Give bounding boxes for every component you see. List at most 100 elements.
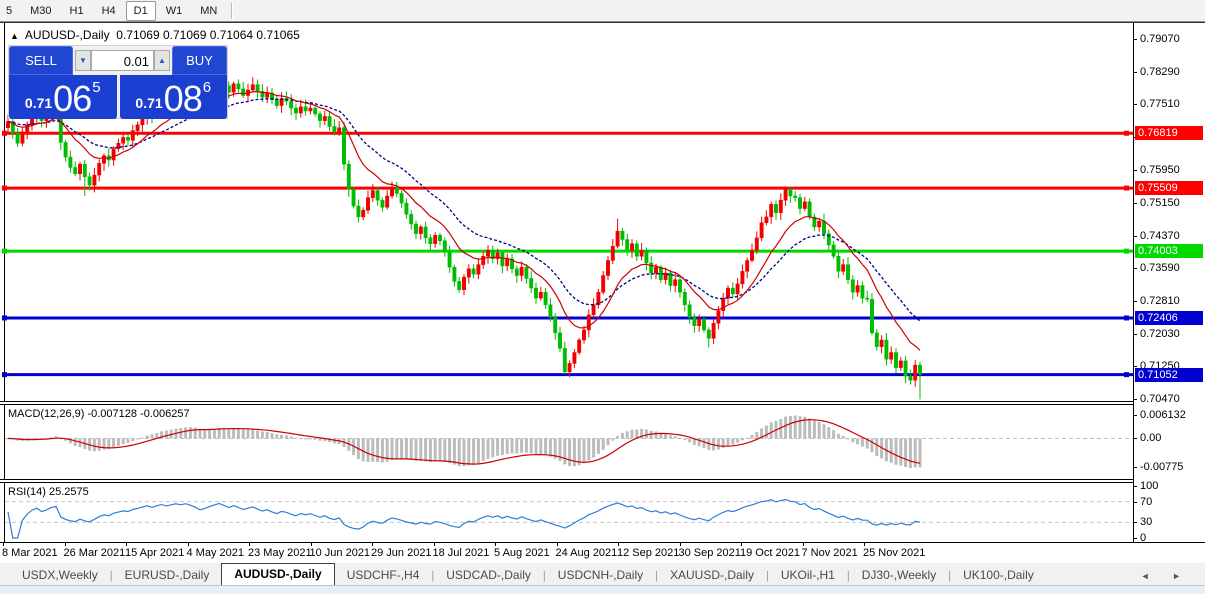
date-tick-label: 12 Sep 2021 bbox=[617, 547, 680, 559]
axis-tick-mark bbox=[1134, 301, 1137, 302]
timeframe-button-h4[interactable]: H4 bbox=[94, 1, 124, 21]
price-tick-label: 0.72810 bbox=[1140, 295, 1180, 307]
date-tick-label: 7 Nov 2021 bbox=[801, 547, 858, 559]
date-tick-label: 23 May 2021 bbox=[248, 547, 312, 559]
tab-scroll-arrows[interactable]: ◄ ► bbox=[1141, 567, 1191, 585]
date-tick-mark bbox=[3, 543, 4, 546]
axis-tick-mark bbox=[1134, 366, 1137, 367]
axis-tick-mark bbox=[1134, 39, 1137, 40]
timeframe-button-w1[interactable]: W1 bbox=[158, 1, 191, 21]
timeframe-button-h1[interactable]: H1 bbox=[62, 1, 92, 21]
axis-tick-mark bbox=[1134, 236, 1137, 237]
collapse-triangle-icon[interactable]: ▲ bbox=[10, 31, 19, 41]
price-tick-label: 0.77510 bbox=[1140, 98, 1180, 110]
chart-tab-usdcad-daily[interactable]: USDCAD-,Daily bbox=[434, 566, 543, 585]
chart-tab-audusd-daily[interactable]: AUDUSD-,Daily bbox=[221, 563, 335, 585]
date-tick-label: 30 Sep 2021 bbox=[678, 547, 741, 559]
date-tick-mark bbox=[679, 543, 681, 546]
chart-tab-dj30-weekly[interactable]: DJ30-,Weekly bbox=[850, 566, 948, 585]
volume-decrease-button[interactable]: ▼ bbox=[75, 50, 91, 71]
chart-tab-usdchf-h4[interactable]: USDCHF-,H4 bbox=[335, 566, 432, 585]
timeframe-button-5[interactable]: 5 bbox=[0, 1, 20, 21]
date-tick-mark bbox=[741, 543, 742, 546]
timeframe-toolbar: 5 M30 H1 H4 D1 W1 MN bbox=[0, 0, 1205, 22]
date-tick-label: 4 May 2021 bbox=[186, 547, 244, 559]
price-pane[interactable]: ▲ AUDUSD-,Daily 0.71069 0.71069 0.71064 0… bbox=[0, 23, 1133, 401]
axis-tick-mark bbox=[1134, 486, 1137, 487]
price-tick-label: 0.72030 bbox=[1140, 328, 1180, 340]
date-tick-label: 19 Oct 2021 bbox=[740, 547, 800, 559]
axis-tick-mark bbox=[1134, 538, 1137, 539]
date-tick-mark bbox=[64, 543, 66, 546]
price-tick-label: 0.79070 bbox=[1140, 33, 1180, 45]
bid-price-pip: 5 bbox=[92, 79, 101, 96]
chart-tab-usdx-weekly[interactable]: USDX,Weekly bbox=[10, 566, 110, 585]
sell-button[interactable]: SELL bbox=[9, 46, 73, 75]
axis-tick-mark bbox=[1134, 104, 1137, 105]
ask-price-big: 08 bbox=[163, 78, 203, 119]
macd-label: MACD(12,26,9) -0.007128 -0.006257 bbox=[8, 408, 190, 420]
macd-tick-label: 0.006132 bbox=[1140, 409, 1186, 421]
ask-price-pip: 6 bbox=[202, 79, 212, 96]
date-tick-label: 24 Aug 2021 bbox=[555, 547, 618, 559]
hline-price-badge: 0.76819 bbox=[1135, 126, 1203, 140]
ask-price-panel[interactable]: 0.71 08 6 bbox=[119, 75, 227, 119]
price-tick-label: 0.70470 bbox=[1140, 393, 1180, 405]
axis-tick-mark bbox=[1134, 467, 1137, 468]
timeframe-button-m30[interactable]: M30 bbox=[22, 1, 59, 21]
toolbar-separator bbox=[231, 2, 234, 19]
rsi-tick-label: 70 bbox=[1140, 496, 1153, 508]
volume-increase-button[interactable]: ▲ bbox=[154, 50, 170, 71]
bid-price-prefix: 0.71 bbox=[24, 95, 53, 111]
macd-tick-label: 0.00 bbox=[1140, 432, 1162, 444]
price-tick-label: 0.75150 bbox=[1140, 197, 1180, 209]
date-tick-mark bbox=[187, 543, 189, 546]
one-click-trading-panel: SELL ▼ 0.01 ▲ BUY 0.71 06 5 0.71 08 6 bbox=[8, 45, 228, 119]
volume-input[interactable]: 0.01 bbox=[91, 50, 154, 71]
axis-tick-mark bbox=[1134, 399, 1137, 400]
rsi-tick-label: 0 bbox=[1140, 532, 1147, 544]
date-tick-mark bbox=[618, 543, 619, 546]
date-tick-label: 26 Mar 2021 bbox=[63, 547, 126, 559]
date-tick-mark bbox=[372, 543, 373, 546]
date-tick-mark bbox=[249, 543, 250, 546]
axis-tick-mark bbox=[1134, 268, 1137, 269]
axis-tick-mark bbox=[1134, 438, 1137, 439]
axis-tick-mark bbox=[1134, 522, 1137, 523]
date-tick-mark bbox=[310, 543, 312, 546]
axis-tick-mark bbox=[1134, 72, 1137, 73]
bid-price-big: 06 bbox=[53, 78, 92, 119]
date-axis[interactable]: 8 Mar 2021 26 Mar 2021 15 Apr 2021 4 May 20… bbox=[0, 542, 1205, 564]
macd-pane[interactable]: MACD(12,26,9) -0.007128 -0.006257 bbox=[0, 405, 1133, 479]
chart-tab-bar: USDX,Weekly | EURUSD-,Daily AUDUSD-,Daily US… bbox=[0, 563, 1205, 585]
chart-title-symbol: AUDUSD-,Daily bbox=[24, 28, 110, 42]
chart-title: ▲ AUDUSD-,Daily 0.71069 0.71069 0.71064 0… bbox=[10, 28, 300, 42]
date-tick-mark bbox=[556, 543, 558, 546]
date-tick-mark bbox=[126, 543, 127, 546]
chart-tab-eurusd-daily[interactable]: EURUSD-,Daily bbox=[113, 566, 222, 585]
timeframe-button-d1[interactable]: D1 bbox=[125, 0, 156, 21]
price-axis[interactable]: 0.790700.782900.775100.767300.759500.751… bbox=[1133, 23, 1205, 544]
macd-tick-label: -0.00775 bbox=[1140, 461, 1184, 473]
chart-title-ohlc: 0.71069 0.71069 0.71064 0.71065 bbox=[116, 28, 300, 42]
date-tick-label: 29 Jun 2021 bbox=[371, 547, 432, 559]
price-tick-label: 0.74370 bbox=[1140, 230, 1180, 242]
hline-price-badge: 0.71052 bbox=[1135, 368, 1203, 382]
date-tick-mark bbox=[864, 543, 865, 546]
chart-tab-uk100-daily[interactable]: UK100-,Daily bbox=[951, 566, 1046, 585]
axis-tick-mark bbox=[1134, 203, 1137, 204]
chart-window: ▲ AUDUSD-,Daily 0.71069 0.71069 0.71064 0… bbox=[0, 22, 1205, 564]
hline-price-badge: 0.75509 bbox=[1135, 181, 1203, 195]
chart-tab-ukoil-h1[interactable]: UKOil-,H1 bbox=[769, 566, 847, 585]
mt4-terminal: 5 M30 H1 H4 D1 W1 MN ▲ AUDUSD-,Daily 0.71069 0.… bbox=[0, 0, 1205, 594]
buy-button[interactable]: BUY bbox=[172, 46, 227, 75]
chart-tab-xauusd-daily[interactable]: XAUUSD-,Daily bbox=[658, 566, 766, 585]
bid-price-panel[interactable]: 0.71 06 5 bbox=[9, 75, 117, 119]
date-tick-label: 15 Apr 2021 bbox=[125, 547, 185, 559]
timeframe-button-mn[interactable]: MN bbox=[192, 1, 225, 21]
date-tick-label: 8 Mar 2021 bbox=[2, 547, 58, 559]
rsi-pane[interactable]: RSI(14) 25.2575 bbox=[0, 483, 1133, 542]
date-tick-mark bbox=[802, 543, 804, 546]
hline-price-badge: 0.72406 bbox=[1135, 311, 1203, 325]
chart-tab-usdcnh-daily[interactable]: USDCNH-,Daily bbox=[546, 566, 655, 585]
